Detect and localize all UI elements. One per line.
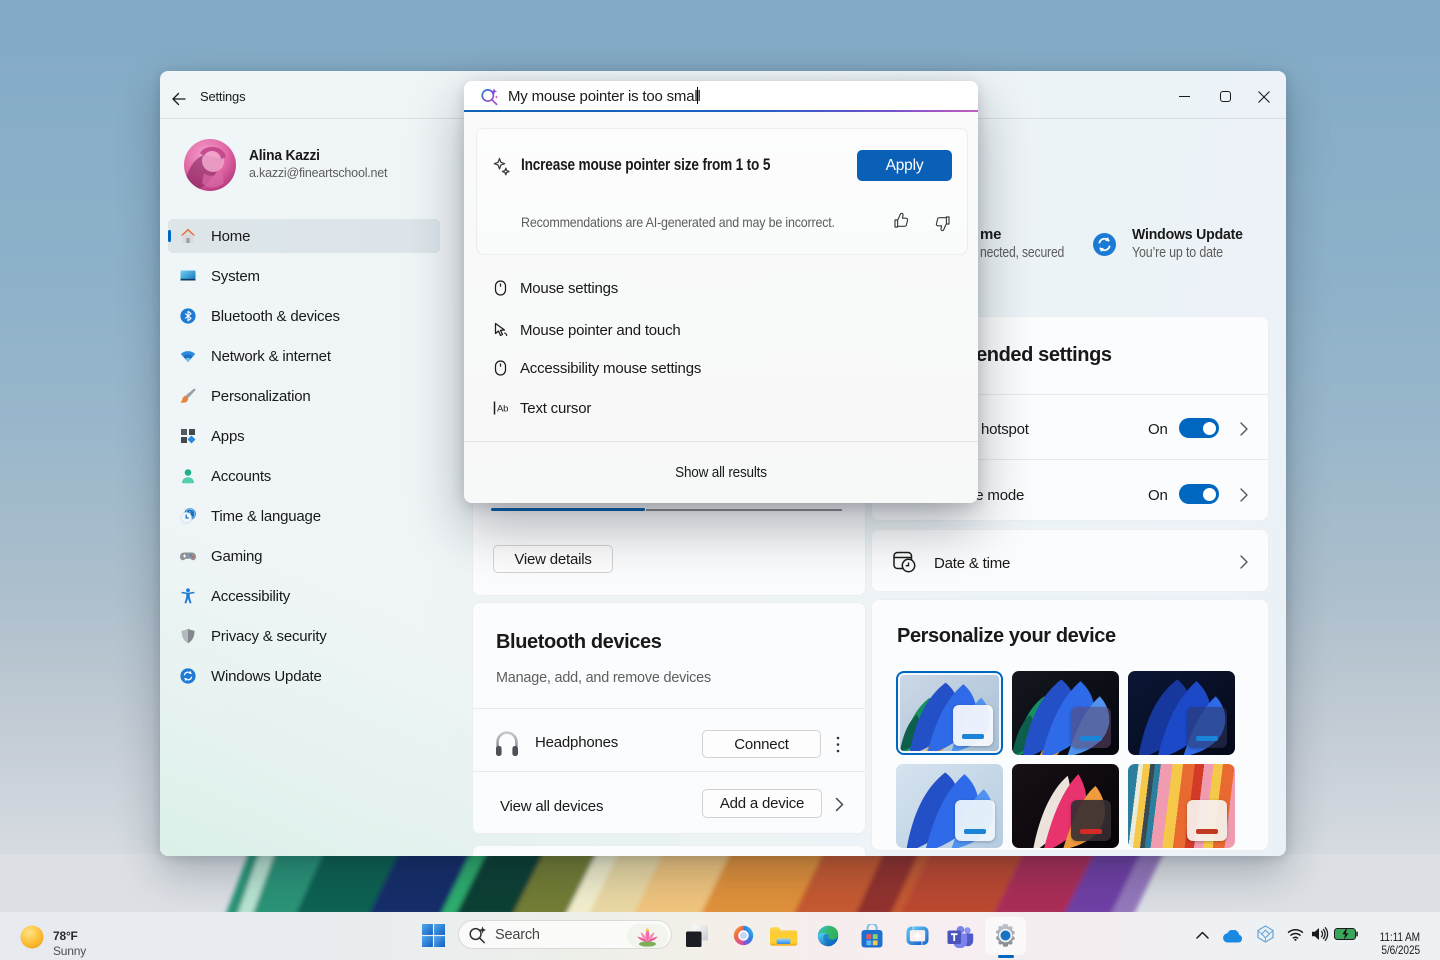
svg-text:Ab: Ab (497, 404, 508, 415)
